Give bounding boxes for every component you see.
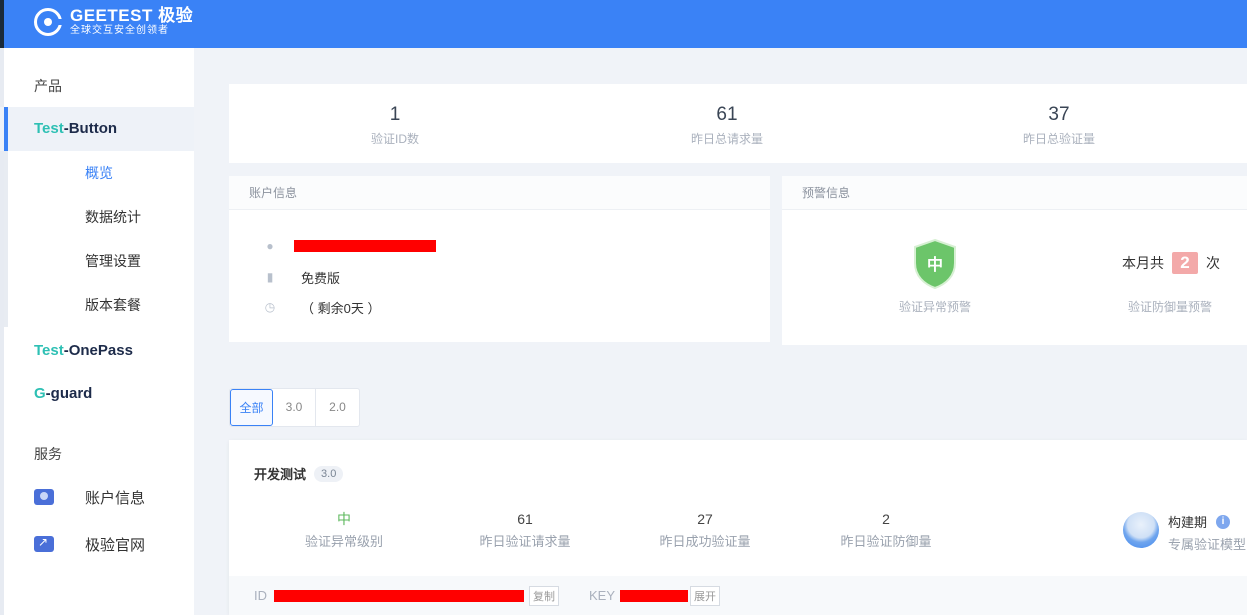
account-icon (34, 489, 54, 505)
version-filter: 全部 3.0 2.0 (229, 388, 360, 427)
top-header: GEETEST 极验 全球交互安全创领者 (0, 0, 1247, 48)
bookmark-icon: ▮ (266, 270, 274, 284)
key-label: KEY (589, 588, 616, 603)
clock-icon: ◷ (264, 300, 276, 314)
model-progress-icon (1123, 512, 1159, 548)
user-icon: ● (266, 239, 274, 253)
subnav-statistics[interactable]: 数据统计 (0, 195, 194, 239)
stats-card: 1 验证ID数 61 昨日总请求量 37 昨日总验证量 (229, 84, 1247, 163)
services-heading: 服务 (34, 446, 62, 462)
metric-requests: 61 昨日验证请求量 (479, 511, 571, 549)
products-heading: 产品 (34, 78, 62, 94)
subnav-overview[interactable]: 概览 (0, 151, 194, 195)
shield-icon: 中 (914, 239, 956, 289)
stat-total-requests: 61 昨日总请求量 (690, 104, 763, 146)
sidebar-item-account[interactable]: 账户信息 (34, 482, 184, 512)
external-link-icon (34, 535, 54, 552)
metric-abnormal-level: 中 验证异常级别 (304, 511, 383, 549)
monthly-count: 本月共 2 次 (1122, 252, 1220, 274)
filter-v3[interactable]: 3.0 (273, 389, 316, 426)
sidebar-item-test-button[interactable]: Test-Button (0, 107, 194, 151)
warning-info-card: 预警信息 中 验证异常预警 本月共 2 次 验证防御量预警 (782, 176, 1247, 345)
stat-verify-id: 1 验证ID数 (370, 104, 419, 146)
filter-all[interactable]: 全部 (230, 389, 273, 426)
filter-v2[interactable]: 2.0 (316, 389, 359, 426)
info-icon[interactable]: i (1216, 514, 1231, 529)
id-label: ID (254, 588, 267, 603)
redacted-username (294, 240, 436, 252)
expand-button[interactable]: 展开 (690, 586, 720, 606)
abnormal-warning-label: 验证异常预警 (899, 300, 972, 314)
model-stage: 构建期 i (1168, 512, 1231, 531)
metric-defense: 2 昨日验证防御量 (840, 511, 932, 549)
account-remaining-row: ◷ （ 剩余0天 ） (264, 300, 381, 316)
warning-info-heading: 预警信息 (782, 176, 1247, 210)
sidebar-item-test-onepass[interactable]: Test-OnePass (0, 329, 194, 373)
account-info-card: 账户信息 ● ▮ 免费版 ◷ （ 剩余0天 ） (229, 176, 770, 342)
defense-warning-label: 验证防御量预警 (1128, 300, 1213, 314)
window-edge (0, 0, 4, 48)
version-badge: 3.0 (314, 465, 344, 482)
brand-name: GEETEST 极验 (70, 6, 194, 25)
geetest-logo[interactable]: GEETEST 极验 全球交互安全创领者 (34, 7, 193, 37)
sidebar-item-website[interactable]: 极验官网 (34, 529, 184, 559)
account-user-row: ● (263, 236, 436, 256)
captcha-card: 开发测试 3.0 中 验证异常级别 61 昨日验证请求量 27 昨日成功验证量 … (229, 440, 1247, 615)
sidebar-item-g-guard[interactable]: G-guard (0, 372, 194, 416)
warning-level-text: 中 (927, 255, 943, 274)
credentials-bar: ID 复制 KEY 展开 (229, 576, 1247, 615)
subnav-settings[interactable]: 管理设置 (0, 239, 194, 283)
metric-success: 27 昨日成功验证量 (659, 511, 751, 549)
geetest-logo-icon (34, 8, 63, 36)
subnav-plans[interactable]: 版本套餐 (0, 283, 194, 327)
brand-slogan: 全球交互安全创领者 (70, 25, 169, 36)
account-info-heading: 账户信息 (229, 176, 770, 210)
redacted-key (620, 590, 688, 602)
account-plan-row: ▮ 免费版 (263, 267, 340, 287)
monthly-count-badge: 2 (1172, 252, 1198, 274)
copy-button[interactable]: 复制 (529, 586, 559, 606)
stat-total-verifications: 37 昨日总验证量 (1022, 104, 1095, 146)
model-subtitle: 专属验证模型 (1168, 537, 1247, 552)
captcha-title[interactable]: 开发测试 3.0 (254, 464, 344, 483)
sidebar: 产品 Test-Button 概览 数据统计 管理设置 版本套餐 Test-On… (0, 48, 194, 615)
redacted-id (274, 590, 524, 602)
